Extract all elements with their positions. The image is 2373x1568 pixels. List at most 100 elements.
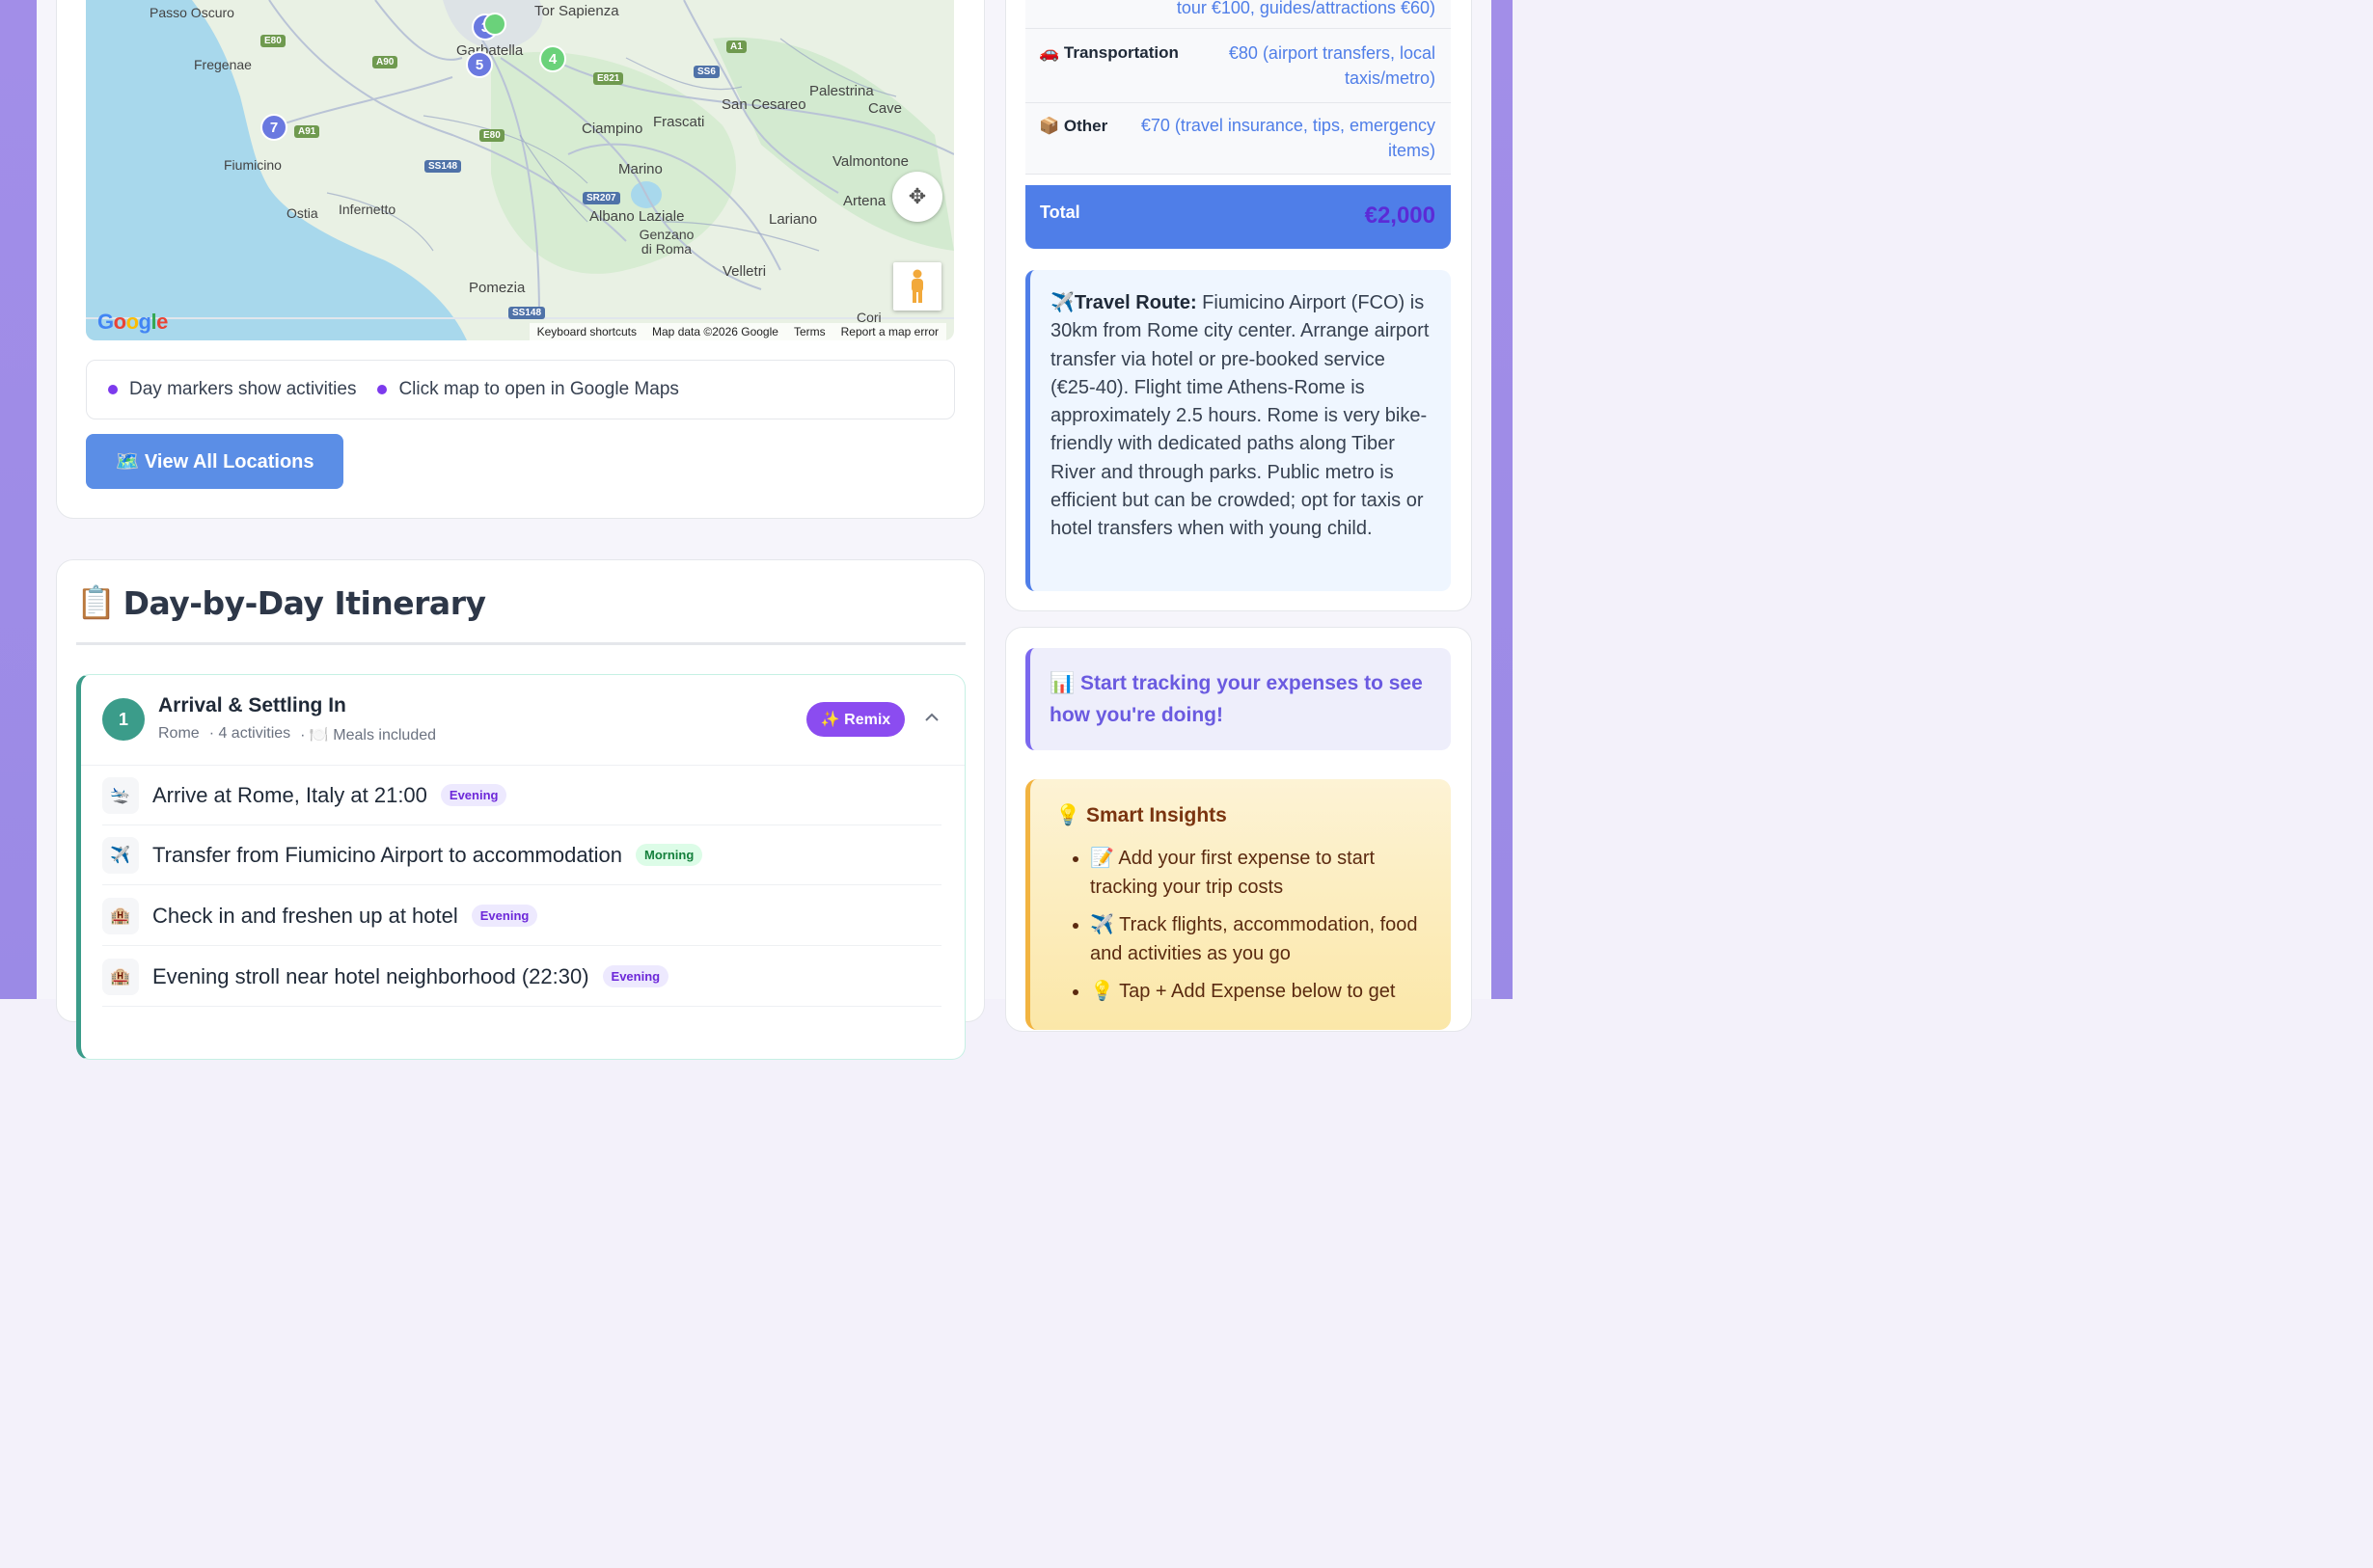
map-label-albano-laziale: Albano Laziale xyxy=(589,208,685,225)
road-shield: SS148 xyxy=(508,307,546,319)
activity-text: Check in and freshen up at hotel xyxy=(152,903,458,928)
activity-text: Transfer from Fiumicino Airport to accom… xyxy=(152,842,623,867)
map-label-genzano: Genzano di Roma xyxy=(639,227,695,257)
map-label-artena: Artena xyxy=(843,193,886,209)
insight-item: ✈️ Track flights, accommodation, food an… xyxy=(1090,911,1433,968)
activity-text: Arrive at Rome, Italy at 21:00 xyxy=(152,782,427,807)
map-legend: Day markers show activities Click map to… xyxy=(86,360,955,419)
day-marker-5[interactable]: 5 xyxy=(466,51,493,78)
tracking-prompt: 📊 Start tracking your expenses to see ho… xyxy=(1025,648,1451,750)
insights-list: 📝 Add your first expense to start tracki… xyxy=(1055,845,1433,1007)
map-label-fiumicino: Fiumicino xyxy=(224,157,282,173)
activity-row[interactable]: 🏨 Evening stroll near hotel neighborhood… xyxy=(102,947,941,1007)
time-badge: Evening xyxy=(440,784,507,806)
travel-route-box: ✈️Travel Route: Fiumicino Airport (FCO) … xyxy=(1025,270,1451,591)
day-meta: Rome · 4 activities · 🍽️ Meals included xyxy=(158,725,436,744)
activity-row[interactable]: 🛬 Arrive at Rome, Italy at 21:00 Evening xyxy=(102,766,941,825)
map-label-cave: Cave xyxy=(868,100,903,117)
keyboard-shortcuts-link[interactable]: Keyboard shortcuts xyxy=(530,325,644,338)
road-shield: SS148 xyxy=(424,160,462,173)
map-label-ciampino: Ciampino xyxy=(582,121,643,137)
map-label-san-cesareo: San Cesareo xyxy=(722,96,806,113)
airplane-arrival-icon: 🛬 xyxy=(102,776,139,814)
google-logo: Google xyxy=(97,310,168,334)
map-label-marino: Marino xyxy=(618,161,663,177)
budget-value: €70 (travel insurance, tips, emergency i… xyxy=(1140,116,1435,160)
hotel-icon: 🏨 xyxy=(102,897,139,934)
day-marker-4[interactable]: 4 xyxy=(539,45,566,72)
road-shield: A1 xyxy=(726,41,747,53)
airplane-icon: ✈️ xyxy=(102,836,139,874)
day-header[interactable]: 1 Arrival & Settling In Rome · 4 activit… xyxy=(81,675,965,766)
itinerary-title: Day-by-Day Itinerary xyxy=(123,583,486,622)
activity-row[interactable]: 🏨 Check in and freshen up at hotel Eveni… xyxy=(102,886,941,946)
road-shield: E80 xyxy=(260,35,286,47)
insight-item: 💡 Tap + Add Expense below to get xyxy=(1090,978,1433,1007)
road-shield: A90 xyxy=(372,56,398,68)
map-label-tor-sapienza: Tor Sapienza xyxy=(534,3,619,19)
bullet-dot-icon xyxy=(108,385,118,394)
activity-row[interactable]: ✈️ Transfer from Fiumicino Airport to ac… xyxy=(102,825,941,885)
budget-total-bar: Total €2,000 xyxy=(1025,185,1451,249)
chevron-up-icon[interactable] xyxy=(920,706,943,729)
smart-insights-box: 💡 Smart Insights 📝 Add your first expens… xyxy=(1025,779,1451,1030)
map-label-fregenae: Fregenae xyxy=(194,57,252,72)
insights-title: 💡 Smart Insights xyxy=(1055,804,1227,826)
day-marker-7[interactable]: 7 xyxy=(260,114,287,141)
road-shield: SS6 xyxy=(694,66,720,78)
map-attribution: Keyboard shortcuts Map data ©2026 Google… xyxy=(529,323,946,340)
day-meals: · 🍽️ Meals included xyxy=(300,727,437,743)
view-all-locations-button[interactable]: 🗺️ View All Locations xyxy=(86,434,343,489)
map-pan-control[interactable]: ✥ xyxy=(892,172,942,222)
road-shield: SR207 xyxy=(583,192,620,204)
day-card: 1 Arrival & Settling In Rome · 4 activit… xyxy=(76,674,966,1060)
road-shield: A91 xyxy=(294,125,320,138)
travel-route-heading: Travel Route: xyxy=(1074,292,1197,313)
day-city: Rome xyxy=(158,725,200,742)
budget-row-other: 📦 Other €70 (travel insurance, tips, eme… xyxy=(1025,103,1451,175)
map-label-palestrina: Palestrina xyxy=(809,83,874,99)
day-title: Arrival & Settling In xyxy=(158,694,346,716)
legend-text: Click map to open in Google Maps xyxy=(398,379,679,399)
report-map-error-link[interactable]: Report a map error xyxy=(833,325,946,338)
map-label-infernetto: Infernetto xyxy=(339,202,396,217)
bullet-dot-icon xyxy=(377,385,388,394)
time-badge: Morning xyxy=(636,844,703,866)
map-label-passo-oscuro: Passo Oscuro xyxy=(150,5,234,20)
map-label-pomezia: Pomezia xyxy=(469,280,526,296)
travel-route-text: Fiumicino Airport (FCO) is 30km from Rom… xyxy=(1050,292,1430,540)
budget-value: €80 (airport transfers, local taxis/metr… xyxy=(1228,43,1435,88)
pegman-icon[interactable] xyxy=(893,262,941,311)
clipboard-icon: 📋 xyxy=(76,583,116,621)
divider xyxy=(76,642,966,645)
map-label-valmontone: Valmontone xyxy=(832,153,909,170)
remix-button[interactable]: ✨ Remix xyxy=(806,702,905,737)
terms-link[interactable]: Terms xyxy=(786,325,833,338)
map-data-text: Map data ©2026 Google xyxy=(652,325,778,338)
activity-text: Evening stroll near hotel neighborhood (… xyxy=(152,963,589,988)
budget-label: 🚗 Transportation xyxy=(1039,43,1179,62)
page-side-band-left xyxy=(0,0,37,999)
itinerary-heading: 📋 Day-by-Day Itinerary xyxy=(76,583,486,622)
budget-row-transportation: 🚗 Transportation €80 (airport transfers,… xyxy=(1025,29,1451,103)
total-value: €2,000 xyxy=(1364,203,1435,229)
time-badge: Evening xyxy=(471,905,538,927)
road-shield: E821 xyxy=(593,72,624,85)
day-marker-2[interactable] xyxy=(483,13,506,36)
budget-row-partial: tour €100, guides/attractions €60) xyxy=(1025,0,1451,29)
insight-item: 📝 Add your first expense to start tracki… xyxy=(1090,845,1433,902)
page-side-band-right xyxy=(1491,0,1513,999)
google-map[interactable]: Passo Oscuro Tor Sapienza Fregenae Fiumi… xyxy=(86,0,954,340)
hotel-icon: 🏨 xyxy=(102,958,139,995)
day-activity-count: · 4 activities xyxy=(208,725,291,742)
day-number-badge: 1 xyxy=(102,698,145,741)
map-label-ostia: Ostia xyxy=(286,205,318,221)
map-label-lariano: Lariano xyxy=(769,211,818,228)
airplane-icon: ✈️ xyxy=(1050,292,1075,313)
itinerary-card: 📋 Day-by-Day Itinerary 1 Arrival & Settl… xyxy=(56,559,985,1060)
legend-item: Click map to open in Google Maps xyxy=(377,379,679,400)
total-label: Total xyxy=(1040,203,1080,222)
budget-label: 📦 Other xyxy=(1039,117,1108,135)
legend-text: Day markers show activities xyxy=(129,379,357,399)
map-label-velletri: Velletri xyxy=(723,263,767,280)
